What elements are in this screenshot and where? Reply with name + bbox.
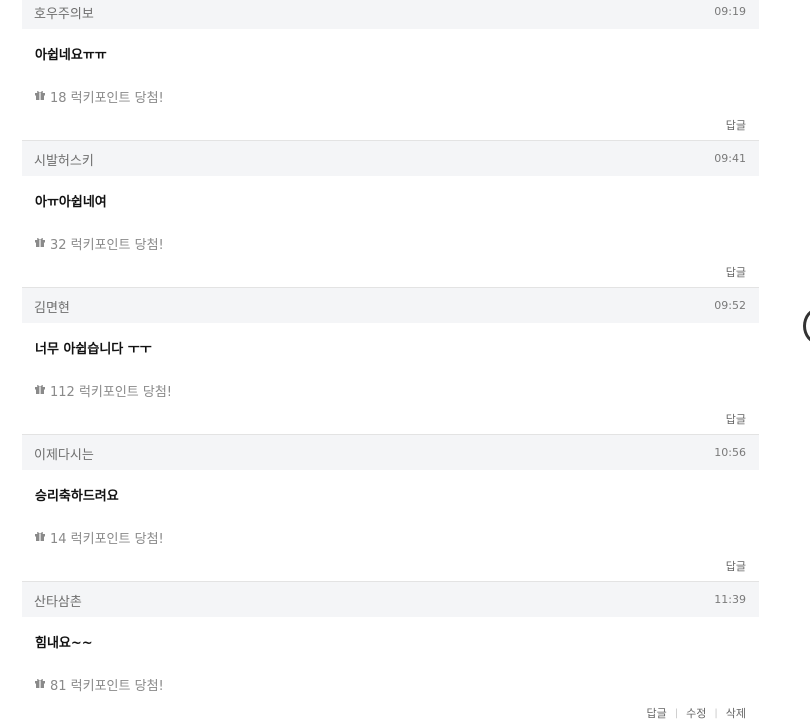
reply-button[interactable]: 답글 bbox=[647, 705, 667, 721]
lucky-point-text: 18 럭키포인트 당첨! bbox=[50, 91, 164, 106]
comment-item: 호우주의보 09:19 아쉽네요ㅠㅠ 18 럭키포인트 당첨! 답글 bbox=[22, 0, 759, 140]
comment-header: 시발허스키 09:41 bbox=[22, 141, 759, 176]
comment-header: 이제다시는 10:56 bbox=[22, 435, 759, 470]
reply-button[interactable]: 답글 bbox=[726, 264, 746, 280]
comment-time: 09:19 bbox=[714, 5, 746, 18]
action-separator: | bbox=[674, 707, 679, 719]
comment-actions: 답글 bbox=[726, 558, 746, 574]
comment-author[interactable]: 김면현 bbox=[34, 297, 70, 316]
comment-actions: 답글 bbox=[726, 117, 746, 133]
lucky-point-result: 112 럭키포인트 당첨! bbox=[34, 381, 172, 400]
lucky-point-text: 14 럭키포인트 당첨! bbox=[50, 532, 164, 547]
comment-actions: 답글 bbox=[726, 264, 746, 280]
comment-item: 김면현 09:52 너무 아쉽습니다 ㅜㅜ 112 럭키포인트 당첨! 답글 bbox=[22, 287, 759, 434]
comment-author[interactable]: 시발허스키 bbox=[34, 150, 94, 169]
reply-button[interactable]: 답글 bbox=[726, 117, 746, 133]
comment-header: 산타삼촌 11:39 bbox=[22, 582, 759, 617]
comment-time: 09:41 bbox=[714, 152, 746, 165]
comment-author[interactable]: 호우주의보 bbox=[34, 3, 94, 22]
edit-button[interactable]: 수정 bbox=[686, 705, 706, 721]
floating-button-edge[interactable] bbox=[803, 308, 810, 344]
lucky-point-result: 81 럭키포인트 당첨! bbox=[34, 675, 164, 694]
gift-icon bbox=[34, 677, 50, 693]
comment-header: 김면현 09:52 bbox=[22, 288, 759, 323]
lucky-point-text: 112 럭키포인트 당첨! bbox=[50, 385, 173, 400]
lucky-point-result: 32 럭키포인트 당첨! bbox=[34, 234, 164, 253]
reply-button[interactable]: 답글 bbox=[726, 558, 746, 574]
lucky-point-result: 18 럭키포인트 당첨! bbox=[34, 87, 164, 106]
gift-icon bbox=[34, 89, 50, 105]
comment-list: 호우주의보 09:19 아쉽네요ㅠㅠ 18 럭키포인트 당첨! 답글 시발허스키… bbox=[22, 0, 759, 728]
lucky-point-result: 14 럭키포인트 당첨! bbox=[34, 528, 164, 547]
comment-text: 힘내요~~ bbox=[35, 636, 93, 651]
gift-icon bbox=[34, 236, 50, 252]
comment-text: 너무 아쉽습니다 ㅜㅜ bbox=[35, 342, 152, 357]
action-separator: | bbox=[714, 707, 718, 719]
comment-time: 09:52 bbox=[714, 299, 746, 312]
comment-text: 아ㅠ아쉽네여 bbox=[35, 195, 107, 210]
lucky-point-text: 32 럭키포인트 당첨! bbox=[50, 238, 164, 253]
comment-time: 10:56 bbox=[714, 446, 746, 459]
gift-icon bbox=[34, 530, 50, 546]
comment-author[interactable]: 산타삼촌 bbox=[34, 591, 82, 610]
comment-time: 11:39 bbox=[714, 593, 746, 606]
gift-icon bbox=[34, 383, 50, 399]
comment-actions: 답글 bbox=[726, 411, 746, 427]
reply-button[interactable]: 답글 bbox=[726, 411, 746, 427]
comment-actions: 답글 | 수정 | 삭제 bbox=[647, 705, 747, 721]
comment-item: 이제다시는 10:56 승리축하드려요 14 럭키포인트 당첨! 답글 bbox=[22, 434, 759, 581]
comment-item: 시발허스키 09:41 아ㅠ아쉽네여 32 럭키포인트 당첨! 답글 bbox=[22, 140, 759, 287]
comment-header: 호우주의보 09:19 bbox=[22, 0, 759, 29]
comment-text: 승리축하드려요 bbox=[35, 489, 119, 504]
comment-item: 산타삼촌 11:39 힘내요~~ 81 럭키포인트 당첨! 답글 | 수정 | 삭제 bbox=[22, 581, 759, 728]
comment-author[interactable]: 이제다시는 bbox=[34, 444, 94, 463]
comment-text: 아쉽네요ㅠㅠ bbox=[35, 48, 107, 63]
lucky-point-text: 81 럭키포인트 당첨! bbox=[50, 679, 164, 694]
delete-button[interactable]: 삭제 bbox=[726, 705, 746, 721]
